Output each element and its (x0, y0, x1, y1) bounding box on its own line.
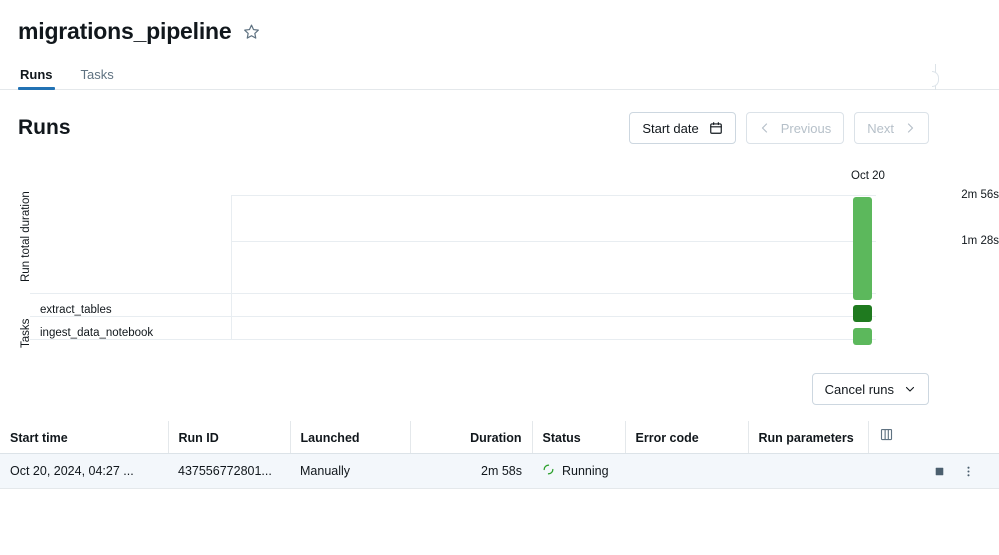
tab-runs[interactable]: Runs (18, 67, 55, 89)
chevron-down-icon (904, 383, 916, 395)
tabbar-overflow-control[interactable] (932, 71, 939, 87)
runs-toolbar: Start date Previous Next (629, 112, 929, 144)
chart-plot-area (231, 195, 876, 367)
star-outline-icon[interactable] (241, 21, 261, 41)
cell-status: Running (532, 454, 625, 489)
cancel-runs-label: Cancel runs (825, 382, 894, 397)
start-date-label: Start date (642, 121, 698, 136)
runs-table: Start time Run ID Launched Duration Stat… (0, 421, 999, 489)
column-header-status[interactable]: Status (532, 421, 625, 454)
column-header-duration[interactable]: Duration (410, 421, 532, 454)
runs-duration-chart: Run total duration Tasks 2m 56s 1m 28s e… (0, 162, 999, 367)
cell-launched: Manually (290, 454, 410, 489)
kebab-menu-icon[interactable] (962, 464, 975, 479)
cell-row-actions (868, 454, 999, 489)
chart-bar-run-duration[interactable] (853, 197, 872, 300)
chart-gridline-1 (231, 241, 876, 242)
table-header-row: Start time Run ID Launched Duration Stat… (0, 421, 999, 454)
chart-task-label-ingest-data-notebook: ingest_data_notebook (40, 327, 153, 339)
page-title: migrations_pipeline (18, 20, 231, 43)
chevron-left-icon (759, 122, 771, 134)
tab-bar: Runs Tasks (0, 60, 999, 90)
tab-tasks[interactable]: Tasks (79, 67, 116, 89)
chart-y-axis-label: Run total duration (20, 172, 32, 302)
column-header-run-id[interactable]: Run ID (168, 421, 290, 454)
chart-bar-extract-tables[interactable] (853, 305, 872, 322)
page-header: migrations_pipeline (0, 0, 999, 48)
column-header-run-parameters[interactable]: Run parameters (748, 421, 868, 454)
cell-error-code (625, 454, 748, 489)
stop-square-icon[interactable] (933, 465, 946, 478)
chart-bar-ingest-data-notebook[interactable] (853, 328, 872, 345)
table-row[interactable]: Oct 20, 2024, 04:27 ... 437556772801... … (0, 454, 999, 489)
cell-run-parameters (748, 454, 868, 489)
runs-section-toolbar: Runs Start date Previous Next (0, 90, 999, 144)
column-header-start-time[interactable]: Start time (0, 421, 168, 454)
chevron-right-icon (904, 122, 916, 134)
calendar-icon (709, 121, 723, 135)
cancel-runs-button[interactable]: Cancel runs (812, 373, 929, 405)
chart-task-label-extract-tables: extract_tables (40, 304, 112, 316)
column-header-error-code[interactable]: Error code (625, 421, 748, 454)
column-header-launched[interactable]: Launched (290, 421, 410, 454)
next-page-button[interactable]: Next (854, 112, 929, 144)
status-label: Running (562, 464, 609, 478)
cancel-runs-bar: Cancel runs (0, 373, 999, 405)
cell-start-time[interactable]: Oct 20, 2024, 04:27 ... (0, 454, 168, 489)
previous-page-button[interactable]: Previous (746, 112, 845, 144)
next-page-label: Next (867, 121, 894, 136)
start-date-button[interactable]: Start date (629, 112, 735, 144)
previous-page-label: Previous (781, 121, 832, 136)
columns-settings-icon[interactable] (879, 427, 894, 442)
cell-duration: 2m 58s (410, 454, 532, 489)
chart-xtick-oct-20: Oct 20 (851, 170, 885, 182)
runs-section-title: Runs (18, 116, 71, 140)
running-spinner-icon (542, 463, 555, 479)
chart-gridline-0 (231, 195, 876, 196)
column-settings-header (868, 421, 999, 454)
cell-run-id: 437556772801... (168, 454, 290, 489)
title-row: migrations_pipeline (18, 14, 981, 48)
